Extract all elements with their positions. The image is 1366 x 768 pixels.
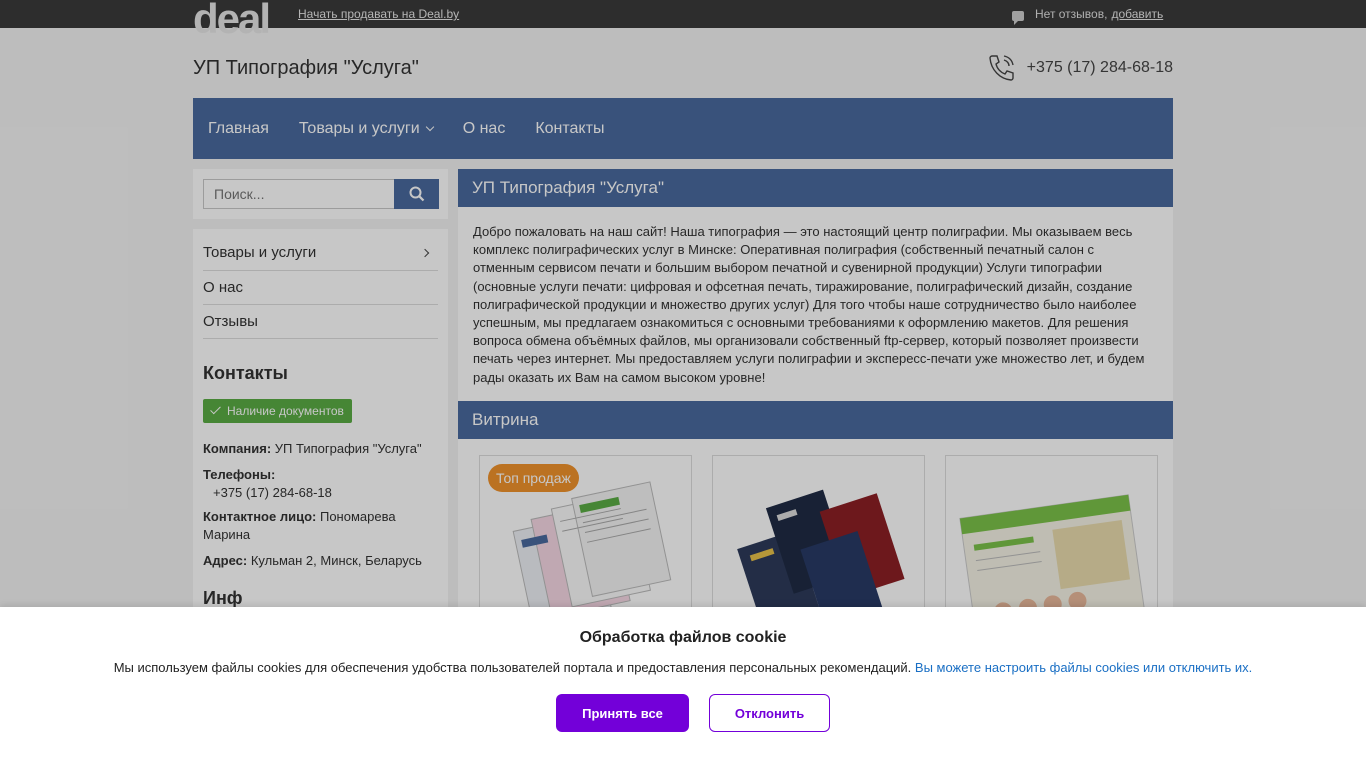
decline-button[interactable]: Отклонить (709, 694, 830, 732)
cookie-settings-link[interactable]: Вы можете настроить файлы cookies или от… (915, 660, 1252, 675)
cookie-text: Мы используем файлы cookies для обеспече… (0, 660, 1366, 675)
page-overlay (0, 0, 1366, 607)
cookie-message: Мы используем файлы cookies для обеспече… (113, 660, 912, 675)
cookie-title: Обработка файлов cookie (579, 629, 787, 646)
accept-all-button[interactable]: Принять все (556, 694, 689, 732)
cookie-banner: Обработка файлов cookie Мы используем фа… (0, 607, 1366, 768)
